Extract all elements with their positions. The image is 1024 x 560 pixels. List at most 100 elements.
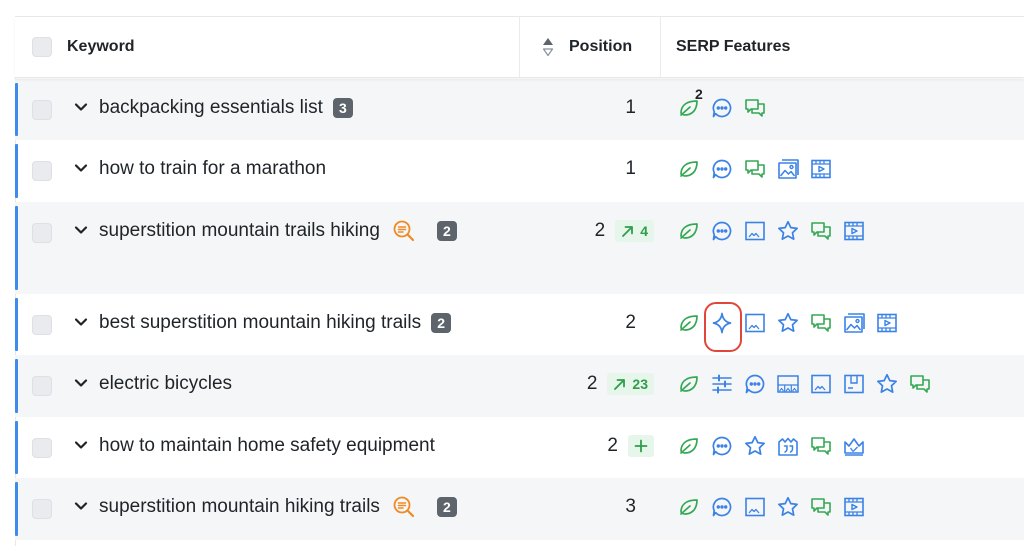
table-row[interactable]: superstition mountain trails hiking 2 2 4 <box>15 202 1024 294</box>
image-carousel-feature[interactable] <box>776 372 809 396</box>
ai-search-icon[interactable] <box>392 495 416 519</box>
sort-icon[interactable] <box>541 17 555 77</box>
ai-search-icon[interactable] <box>392 219 416 243</box>
chevron-down-icon[interactable] <box>72 497 90 515</box>
row-checkbox[interactable] <box>32 499 52 519</box>
chevron-down-icon[interactable] <box>72 374 90 392</box>
star-feature[interactable] <box>743 434 776 458</box>
video-feature[interactable] <box>809 157 842 181</box>
video-feature[interactable] <box>842 219 875 243</box>
reviews-feature[interactable] <box>809 495 842 519</box>
reviews-feature[interactable] <box>743 157 776 181</box>
keyword-cell[interactable]: best superstition mountain hiking trails… <box>99 310 452 336</box>
people-also-ask-feature[interactable] <box>710 434 743 458</box>
reviews-feature[interactable] <box>908 372 941 396</box>
star-icon <box>776 219 800 243</box>
people-also-ask-feature[interactable] <box>710 219 743 243</box>
table-row[interactable]: electric bicycles 2 23 <box>15 355 1024 417</box>
table-row[interactable]: how to train for a marathon 1 <box>15 140 1024 202</box>
position-value: 2 <box>594 220 606 241</box>
featured-snippet-feature[interactable]: 2 <box>677 86 710 120</box>
row-accent-bar <box>15 421 18 474</box>
reviews-feature[interactable] <box>743 96 776 120</box>
image-carousel-icon <box>776 372 800 396</box>
table-row[interactable]: backpacking essentials list 3 1 2 <box>15 79 1024 140</box>
position-value: 2 <box>586 373 598 394</box>
new-ranking-badge <box>628 435 654 457</box>
keyword-cell[interactable]: backpacking essentials list 3 <box>99 95 353 121</box>
people-also-ask-feature[interactable] <box>710 96 743 120</box>
keyword-text[interactable]: best superstition mountain hiking trails <box>99 312 421 334</box>
chevron-down-icon[interactable] <box>72 221 90 239</box>
images-feature[interactable] <box>776 157 809 181</box>
ai-overview-feature[interactable] <box>704 302 743 352</box>
keyword-cell[interactable]: electric bicycles <box>99 371 232 397</box>
star-feature[interactable] <box>776 495 809 519</box>
table-row[interactable]: best superstition mountain hiking trails… <box>15 294 1024 355</box>
position-column-header[interactable]: Position <box>569 17 632 77</box>
row-checkbox[interactable] <box>32 100 52 120</box>
reviews-icon <box>908 372 932 396</box>
position-cell: 3 <box>625 494 636 520</box>
keyword-cell[interactable]: superstition mountain hiking trails 2 <box>99 494 457 520</box>
reviews-feature[interactable] <box>809 434 842 458</box>
quote-feature[interactable] <box>776 434 809 458</box>
reviews-icon <box>743 157 767 181</box>
shopping-feature[interactable] <box>842 372 875 396</box>
people-also-ask-feature[interactable] <box>743 372 776 396</box>
star-feature[interactable] <box>776 311 809 335</box>
featured-snippet-feature[interactable] <box>677 219 710 243</box>
table-row[interactable]: how to maintain home safety equipment 2 <box>15 417 1024 478</box>
keyword-text[interactable]: superstition mountain hiking trails <box>99 496 380 518</box>
top-stories-feature[interactable] <box>842 434 875 458</box>
image-pack-feature[interactable] <box>743 495 776 519</box>
star-feature[interactable] <box>776 219 809 243</box>
keyword-text[interactable]: how to train for a marathon <box>99 158 326 180</box>
featured-snippet-feature[interactable] <box>677 495 710 519</box>
row-accent-bar <box>15 482 18 536</box>
people-also-ask-feature[interactable] <box>710 157 743 181</box>
quote-icon <box>776 434 800 458</box>
result-count-badge: 2 <box>436 221 457 241</box>
row-checkbox[interactable] <box>32 376 52 396</box>
keyword-column-header[interactable]: Keyword <box>67 17 135 77</box>
keyword-cell[interactable]: superstition mountain trails hiking 2 <box>99 218 457 244</box>
keyword-text[interactable]: how to maintain home safety equipment <box>99 435 435 457</box>
serp-features-cell <box>677 494 875 520</box>
reviews-feature[interactable] <box>809 311 842 335</box>
serp-features-column-header[interactable]: SERP Features <box>676 17 790 77</box>
position-value: 1 <box>625 158 636 179</box>
star-feature[interactable] <box>875 372 908 396</box>
image-pack-feature[interactable] <box>743 219 776 243</box>
select-all-checkbox[interactable] <box>32 37 52 57</box>
row-checkbox[interactable] <box>32 438 52 458</box>
row-checkbox[interactable] <box>32 223 52 243</box>
row-checkbox[interactable] <box>32 315 52 335</box>
featured-snippet-feature[interactable] <box>677 434 710 458</box>
keyword-text[interactable]: superstition mountain trails hiking <box>99 220 380 242</box>
image-pack-feature[interactable] <box>809 372 842 396</box>
images-feature[interactable] <box>842 311 875 335</box>
keyword-cell[interactable]: how to maintain home safety equipment <box>99 433 435 459</box>
chevron-down-icon[interactable] <box>72 436 90 454</box>
keyword-text[interactable]: backpacking essentials list <box>99 97 323 119</box>
chevron-down-icon[interactable] <box>72 159 90 177</box>
video-feature[interactable] <box>842 495 875 519</box>
keyword-cell[interactable]: how to train for a marathon <box>99 156 326 182</box>
reviews-feature[interactable] <box>809 219 842 243</box>
chevron-down-icon[interactable] <box>72 313 90 331</box>
chevron-down-icon[interactable] <box>72 98 90 116</box>
images-icon <box>842 311 866 335</box>
featured-snippet-feature[interactable] <box>677 157 710 181</box>
people-also-ask-feature[interactable] <box>710 495 743 519</box>
shopping-icon <box>842 372 866 396</box>
table-row[interactable]: superstition mountain hiking trails 2 3 <box>15 478 1024 540</box>
video-feature[interactable] <box>875 311 908 335</box>
featured-snippet-feature[interactable] <box>677 372 710 396</box>
position-cell: 2 23 <box>587 371 654 397</box>
image-pack-feature[interactable] <box>743 311 776 335</box>
position-cell: 2 <box>625 310 636 336</box>
row-checkbox[interactable] <box>32 161 52 181</box>
keyword-text[interactable]: electric bicycles <box>99 373 232 395</box>
filters-feature[interactable] <box>710 372 743 396</box>
